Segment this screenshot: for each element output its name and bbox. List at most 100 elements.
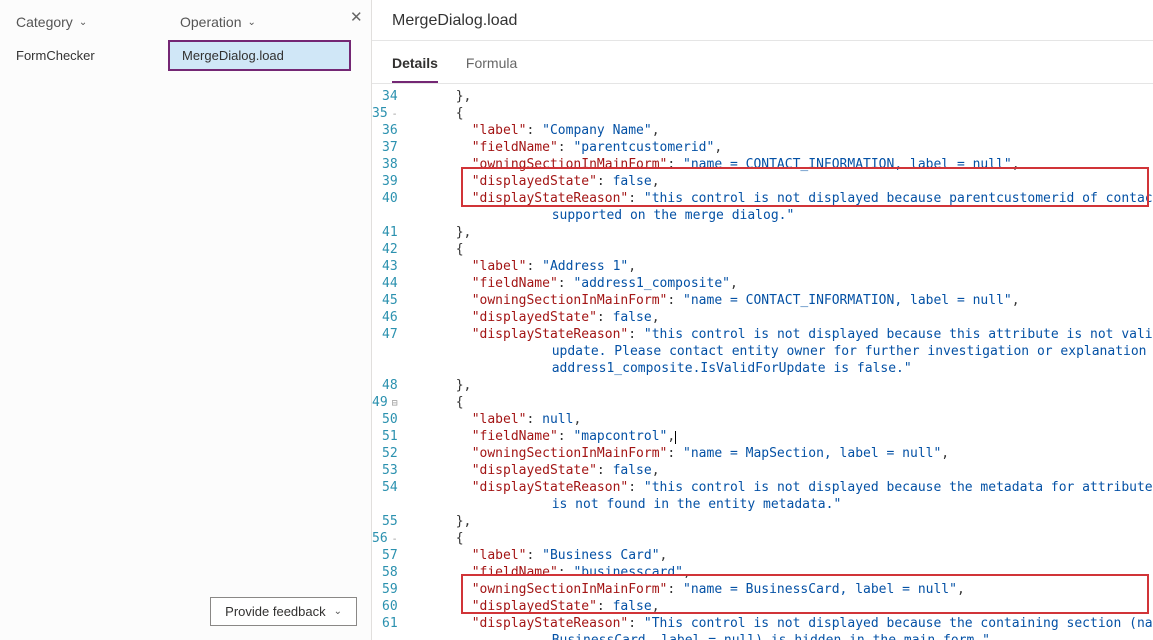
fold-icon[interactable]: - bbox=[388, 109, 398, 120]
code-token: "label" bbox=[472, 123, 527, 138]
code-line: "label": "Business Card", bbox=[412, 547, 1153, 564]
code-line: "owningSectionInMainForm": "name = CONTA… bbox=[412, 156, 1153, 173]
code-line: BusinessCard, label = null) is hidden in… bbox=[412, 632, 1153, 640]
operation-cell: MergeDialog.load bbox=[168, 40, 351, 71]
code-token: "name = BusinessCard, label = null" bbox=[683, 582, 957, 597]
gutter-line: 58 bbox=[372, 564, 398, 581]
operation-header[interactable]: Operation ⌄ bbox=[180, 14, 371, 30]
code-token: "owningSectionInMainForm" bbox=[472, 582, 668, 597]
gutter-line: 35- bbox=[372, 105, 398, 122]
code-token: false bbox=[613, 463, 652, 478]
code-token: "name = MapSection, label = null" bbox=[683, 446, 941, 461]
code-token: BusinessCard, label = null) is hidden in… bbox=[552, 633, 990, 640]
code-token: "displayStateReason" bbox=[472, 191, 629, 206]
code-token: { bbox=[456, 395, 464, 410]
code-line: { bbox=[412, 530, 1153, 547]
code-token: : bbox=[558, 140, 574, 155]
code-token: , bbox=[1012, 293, 1020, 308]
code-line: "fieldName": "address1_composite", bbox=[412, 275, 1153, 292]
page-title: MergeDialog.load bbox=[372, 0, 1153, 41]
tab-details[interactable]: Details bbox=[392, 51, 438, 83]
code-line: "label": null, bbox=[412, 411, 1153, 428]
code-token: update. Please contact entity owner for … bbox=[552, 344, 1153, 359]
code-token: , bbox=[652, 123, 660, 138]
code-line: is not found in the entity metadata." bbox=[412, 496, 1153, 513]
tab-formula[interactable]: Formula bbox=[466, 51, 517, 83]
code-token: "label" bbox=[472, 259, 527, 274]
code-token: "label" bbox=[472, 412, 527, 427]
code-token: "this control is not displayed because t… bbox=[644, 327, 1153, 342]
code-line: "displayedState": false, bbox=[412, 309, 1153, 326]
code-token: , bbox=[573, 412, 581, 427]
gutter-line: 39 bbox=[372, 173, 398, 190]
code-token: : bbox=[667, 446, 683, 461]
code-token: false bbox=[613, 599, 652, 614]
code-token: : bbox=[558, 429, 574, 444]
gutter-line: 60 bbox=[372, 598, 398, 615]
code-token: : bbox=[667, 157, 683, 172]
category-header[interactable]: Category ⌄ bbox=[16, 14, 160, 30]
code-token: "fieldName" bbox=[472, 140, 558, 155]
close-icon[interactable]: ✕ bbox=[350, 8, 363, 26]
fold-icon[interactable]: - bbox=[388, 534, 398, 545]
gutter-line bbox=[372, 360, 398, 377]
code-token: : bbox=[558, 276, 574, 291]
feedback-label: Provide feedback bbox=[225, 604, 325, 619]
code-line: }, bbox=[412, 88, 1153, 105]
gutter-line: 54 bbox=[372, 479, 398, 496]
code-token: address1_composite.IsValidForUpdate is f… bbox=[552, 361, 912, 376]
code-line: address1_composite.IsValidForUpdate is f… bbox=[412, 360, 1153, 377]
gutter-line: 34 bbox=[372, 88, 398, 105]
code-token: "name = CONTACT_INFORMATION, label = nul… bbox=[683, 157, 1012, 172]
gutter-line: 51 bbox=[372, 428, 398, 445]
gutter-line: 37 bbox=[372, 139, 398, 156]
code-token: "Business Card" bbox=[542, 548, 659, 563]
code-token: "address1_composite" bbox=[573, 276, 730, 291]
code-line: }, bbox=[412, 513, 1153, 530]
code-token: }, bbox=[456, 89, 472, 104]
code-token: }, bbox=[456, 225, 472, 240]
code-token: "mapcontrol" bbox=[573, 429, 667, 444]
code-token: : bbox=[628, 327, 644, 342]
code-line: "owningSectionInMainForm": "name = Busin… bbox=[412, 581, 1153, 598]
code-token: : bbox=[526, 548, 542, 563]
operation-header-label: Operation bbox=[180, 14, 241, 30]
code-line: "displayedState": false, bbox=[412, 173, 1153, 190]
gutter-line: 44 bbox=[372, 275, 398, 292]
tabs-row: Details Formula bbox=[372, 41, 1153, 84]
code-token: , bbox=[1012, 157, 1020, 172]
operation-cell-selected[interactable]: MergeDialog.load bbox=[168, 40, 351, 71]
gutter-line: 45 bbox=[372, 292, 398, 309]
code-token: "label" bbox=[472, 548, 527, 563]
provide-feedback-button[interactable]: Provide feedback ⌄ bbox=[210, 597, 357, 626]
code-token: "name = CONTACT_INFORMATION, label = nul… bbox=[683, 293, 1012, 308]
result-row[interactable]: FormChecker MergeDialog.load bbox=[0, 40, 371, 71]
code-token: , bbox=[730, 276, 738, 291]
code-token: "This control is not displayed because t… bbox=[644, 616, 1153, 631]
code-line: "label": "Company Name", bbox=[412, 122, 1153, 139]
code-token: , bbox=[628, 259, 636, 274]
text-cursor bbox=[675, 431, 676, 444]
right-panel: MergeDialog.load Details Formula 3435-36… bbox=[372, 0, 1153, 640]
code-line: }, bbox=[412, 377, 1153, 394]
gutter-line: 55 bbox=[372, 513, 398, 530]
code-pane[interactable]: 3435-3637383940414243444546474849⊟505152… bbox=[372, 84, 1153, 640]
fold-icon[interactable]: ⊟ bbox=[388, 398, 398, 409]
code-token: , bbox=[941, 446, 949, 461]
code-token: , bbox=[660, 548, 668, 563]
code-token: "displayedState" bbox=[472, 310, 597, 325]
gutter-line: 47 bbox=[372, 326, 398, 343]
code-body[interactable]: },{"label": "Company Name","fieldName": … bbox=[408, 84, 1153, 640]
code-token: , bbox=[957, 582, 965, 597]
code-line: "displayStateReason": "This control is n… bbox=[412, 615, 1153, 632]
code-token: , bbox=[652, 310, 660, 325]
code-token: { bbox=[456, 242, 464, 257]
code-token: supported on the merge dialog." bbox=[552, 208, 795, 223]
code-token: , bbox=[714, 140, 722, 155]
code-token: "displayStateReason" bbox=[472, 480, 629, 495]
chevron-down-icon: ⌄ bbox=[79, 17, 87, 28]
feedback-area: Provide feedback ⌄ bbox=[0, 583, 371, 640]
code-token: null bbox=[542, 412, 573, 427]
code-token: , bbox=[652, 599, 660, 614]
code-token: }, bbox=[456, 514, 472, 529]
